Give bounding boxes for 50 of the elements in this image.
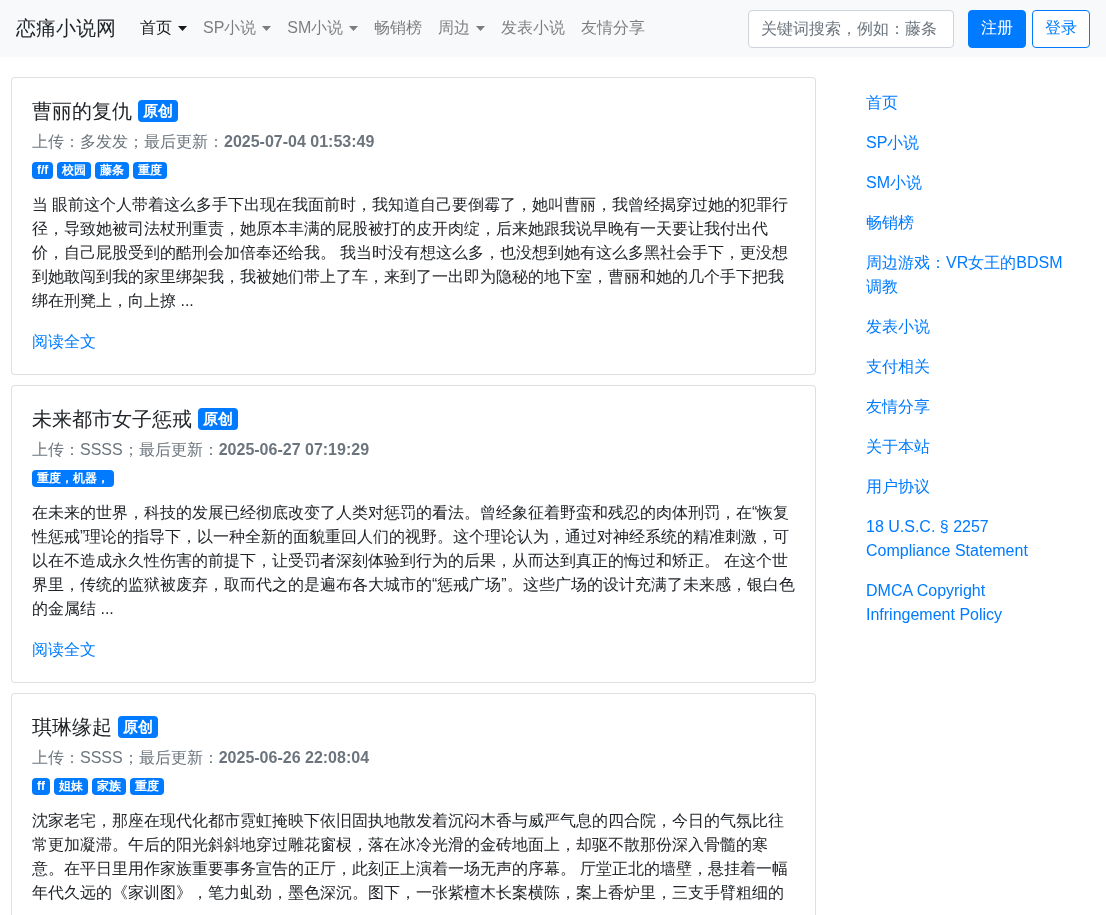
tag-label[interactable]: ff: [32, 778, 50, 795]
nav-link[interactable]: 首页: [132, 10, 195, 47]
nav-link[interactable]: 友情分享: [573, 10, 654, 47]
sidebar-link[interactable]: 畅销榜: [866, 203, 1076, 243]
sidebar-link[interactable]: 发表小说: [866, 307, 1076, 347]
caret-icon: [262, 26, 272, 31]
original-badge: 原创: [118, 716, 158, 738]
novel-excerpt: 沈家老宅，那座在现代化都市霓虹掩映下依旧固执地散发着沉闷木香与威严气息的四合院，今日的气氛比往常更加凝滞。午后的阳光斜斜地穿过雕花窗棂，落在冰冷光滑的金砖地面上，却驱不散那份深入骨髓的寒意。在平日里用作家族重要事务宣告的正厅，此刻正上演着一场无声的序幕。 厅堂正北的墙壁，悬挂着一幅年代久远的《家训图》，笔力虬劲，墨色深沉。图下，一张紫檀木长案横陈，案上香炉里，三支手臂粗细的: [32, 811, 790, 903]
nav-link[interactable]: 发表小说: [493, 10, 574, 47]
read-more-link[interactable]: 阅读全文: [32, 330, 96, 354]
caret-icon: [476, 26, 486, 31]
sidebar-link[interactable]: 关于本站: [866, 427, 1076, 467]
tag-label[interactable]: 姐妹: [54, 778, 88, 795]
novel-title: 曹丽的复仇: [32, 99, 132, 124]
caret-icon: [178, 26, 187, 31]
read-more-link[interactable]: 阅读全文: [32, 638, 96, 662]
sidebar-link[interactable]: DMCA Copyright Infringement Policy: [866, 571, 1076, 635]
sidebar-link[interactable]: 18 U.S.C. § 2257 Compliance Statement: [866, 507, 1076, 571]
login-button[interactable]: 登录: [1032, 9, 1090, 48]
novel-excerpt: 当 眼前这个人带着这么多手下出现在我面前时，我知道自己要倒霉了，她叫曹丽，我曾经揭穿过她的犯罪行径，导致她被司法杖刑重责，她原本丰满的屁股被打的皮开肉绽，后来她跟我说早晚有一天要让我付出代价，自己屁股受到的酷刑会加倍奉还给我。 我当时没有想这么多，也没想到她有这么多黑社会手下，更没想到她敢闯到我的家里绑架我，我被她们带上了车，来到了一出即为隐秘的地下室，曹丽和她的几个手下把我绑在刑凳上，向上撩 ...: [32, 195, 790, 311]
tag-label[interactable]: 家族: [92, 778, 126, 795]
nav-link[interactable]: SP小说: [195, 10, 280, 47]
register-button[interactable]: 注册: [968, 9, 1026, 48]
sidebar-link[interactable]: 首页: [866, 83, 1076, 123]
sidebar-link[interactable]: 周边游戏：VR女王的BDSM调教: [866, 243, 1076, 307]
tag-label[interactable]: f/f: [32, 162, 54, 179]
novel-title: 未来都市女子惩戒: [32, 407, 192, 432]
original-badge: 原创: [198, 408, 238, 430]
tag-label[interactable]: 重度，机器，: [32, 470, 114, 487]
upload-info: 上传：SSSS；最后更新：2025-06-26 22:08:04: [32, 748, 371, 768]
original-badge: 原创: [138, 100, 178, 122]
nav-link[interactable]: 周边: [430, 10, 494, 47]
tag-label[interactable]: 校园: [57, 162, 92, 179]
sidebar-link[interactable]: 友情分享: [866, 387, 1076, 427]
nav-link[interactable]: 畅销榜: [366, 10, 431, 47]
tag-label[interactable]: 藤条: [95, 162, 130, 179]
tag-label[interactable]: 重度: [130, 778, 164, 795]
novel-title: 琪琳缘起: [32, 715, 112, 740]
site-logo[interactable]: 恋痛小说网: [16, 15, 116, 42]
novel-excerpt: 在未来的世界，科技的发展已经彻底改变了人类对惩罚的看法。曾经象征着野蛮和残忍的肉体刑罚，在“恢复性惩戒”理论的指导下，以一种全新的面貌重回人们的视野。这个理论认为，通过对神经系统的精准刺激，可以在不造成永久性伤害的前提下，让受罚者深刻体验到行为的后果，从而达到真正的悔过和矫正。 在这个世界里，传统的监狱被废弃，取而代之的是遍布各大城市的“惩戒广场”。这些广场的设计充满了未来感，银白色的金属结 ...: [32, 503, 795, 619]
upload-info: 上传：SSSS；最后更新：2025-06-27 07:19:29: [32, 440, 371, 460]
caret-icon: [349, 26, 359, 31]
sidebar-link[interactable]: SP小说: [866, 123, 1076, 163]
sidebar-link[interactable]: 支付相关: [866, 347, 1076, 387]
nav-link[interactable]: SM小说: [279, 10, 367, 47]
tag-label[interactable]: 重度: [133, 162, 168, 179]
sidebar-link[interactable]: 用户协议: [866, 467, 1076, 507]
search-field[interactable]: 关键词搜索，例如：藤条: [748, 9, 954, 48]
sidebar-link[interactable]: SM小说: [866, 163, 1076, 203]
upload-info: 上传：多发发；最后更新：2025-07-04 01:53:49: [32, 132, 376, 152]
